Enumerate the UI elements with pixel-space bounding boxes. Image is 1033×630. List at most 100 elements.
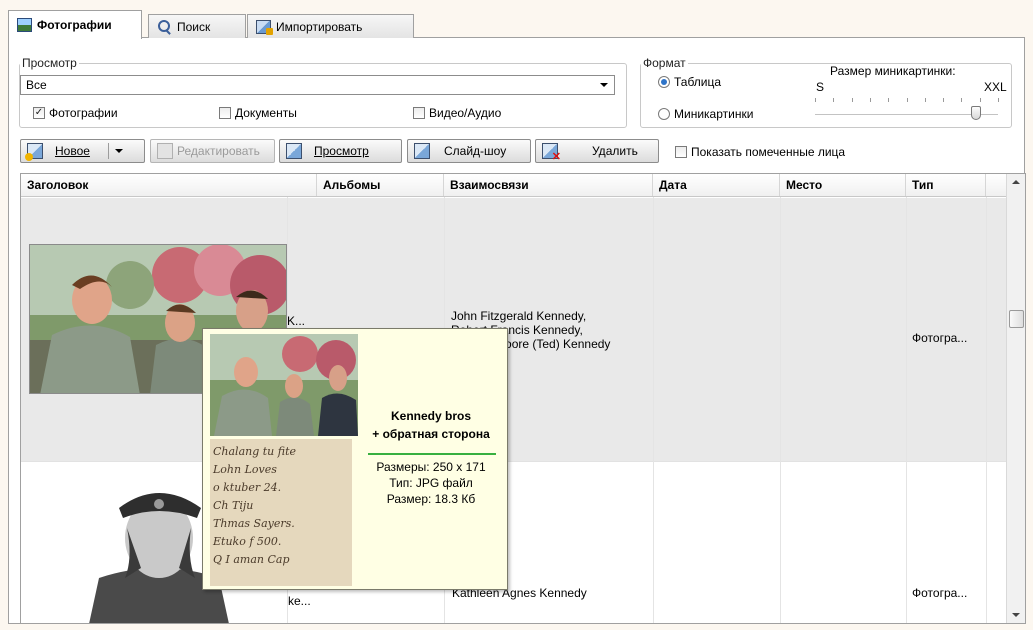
chevron-up-icon[interactable]	[1012, 180, 1020, 184]
slider-tick	[998, 98, 999, 102]
tooltip-filetype: Тип: JPG файл	[389, 476, 473, 490]
scrollbar-thumb[interactable]	[1009, 310, 1024, 328]
handwriting-line: Etuko f 500.	[213, 535, 282, 548]
show-faces-checkbox-label: Показать помеченные лица	[691, 145, 846, 159]
column-relations[interactable]: Взаимосвязи	[444, 174, 653, 196]
slideshow-icon	[414, 143, 430, 159]
video-audio-checkbox-box[interactable]	[413, 107, 425, 119]
column-date[interactable]: Дата	[653, 174, 780, 196]
view-group-legend: Просмотр	[22, 56, 77, 70]
chevron-down-icon[interactable]	[1012, 613, 1020, 617]
slider-tick	[943, 98, 944, 102]
photos-checkbox[interactable]: Фотографии	[33, 106, 118, 120]
thumbnails-radio[interactable]: Миникартинки	[658, 107, 753, 121]
thumbnails-radio-dot[interactable]	[658, 108, 670, 120]
tab-bar: Фотографии Поиск Импортировать	[8, 10, 1025, 39]
tooltip-subtitle: + обратная сторона	[372, 427, 490, 441]
view-icon	[286, 143, 302, 159]
thumbnail-size-max: XXL	[984, 80, 1007, 94]
column-divider	[780, 197, 781, 623]
slider-tick	[961, 98, 962, 102]
tooltip-dimensions: Размеры: 250 x 171	[376, 460, 486, 474]
handwriting-line: Q I aman Cap	[213, 553, 290, 566]
column-divider	[986, 197, 987, 623]
slider-tick	[980, 98, 981, 102]
documents-checkbox[interactable]: Документы	[219, 106, 297, 120]
handwriting-line: o ktuber 24.	[213, 481, 282, 494]
photo-preview-tooltip: Chalang tu fite Lohn Loves o ktuber 24. …	[202, 328, 508, 590]
photos-checkbox-box[interactable]	[33, 107, 45, 119]
new-item-icon	[25, 143, 43, 161]
row-type: Фотогра...	[912, 586, 968, 600]
photos-table: Заголовок Альбомы Взаимосвязи Дата Место…	[20, 173, 1026, 624]
view-button[interactable]: Просмотр	[279, 139, 402, 163]
slider-tick	[852, 98, 853, 102]
tooltip-title: Kennedy bros	[390, 409, 471, 423]
slider-tick	[907, 98, 908, 102]
tab-search[interactable]: Поиск	[148, 14, 246, 38]
slider-tick	[888, 98, 889, 102]
chevron-down-icon[interactable]	[114, 149, 123, 153]
row-title: ke...	[288, 594, 311, 608]
table-scrollbar[interactable]	[1006, 174, 1025, 623]
tab-photos[interactable]: Фотографии	[8, 10, 142, 39]
tooltip-filesize: Размер: 18.3 Кб	[386, 492, 476, 506]
column-type[interactable]: Тип	[906, 174, 986, 196]
handwriting-line: Ch Tiju	[213, 499, 254, 512]
tooltip-divider	[368, 453, 496, 455]
filter-dropdown-value: Все	[26, 78, 47, 92]
filter-dropdown[interactable]: Все	[20, 75, 615, 95]
format-group-legend: Формат	[643, 56, 686, 70]
column-place[interactable]: Место	[780, 174, 906, 196]
thumbnail-size-label: Размер миникартинки:	[830, 64, 956, 78]
new-button[interactable]: Новое	[20, 139, 145, 163]
tooltip-back-photo: Chalang tu fite Lohn Loves o ktuber 24. …	[210, 439, 352, 586]
row-title: K...	[287, 314, 306, 328]
table-header: Заголовок Альбомы Взаимосвязи Дата Место…	[21, 174, 1006, 197]
tab-search-label: Поиск	[177, 19, 211, 34]
slideshow-button[interactable]: Слайд-шоу	[407, 139, 531, 163]
import-icon	[256, 19, 273, 35]
delete-button[interactable]: Удалить	[535, 139, 659, 163]
slideshow-button-label: Слайд-шоу	[444, 144, 507, 158]
tab-import[interactable]: Импортировать	[247, 14, 414, 38]
documents-checkbox-label: Документы	[235, 106, 297, 120]
chevron-down-icon	[600, 83, 608, 87]
delete-button-label: Удалить	[592, 144, 638, 158]
thumbnail-size-min: S	[816, 80, 825, 94]
edit-button-label: Редактировать	[177, 144, 260, 158]
handwriting-line: Lohn Loves	[213, 463, 277, 476]
tab-import-label: Импортировать	[276, 19, 363, 34]
new-button-label: Новое	[55, 144, 90, 158]
slider-tick	[870, 98, 871, 102]
column-title[interactable]: Заголовок	[21, 174, 317, 196]
column-divider	[653, 197, 654, 623]
edit-icon	[157, 143, 173, 159]
show-faces-checkbox-box[interactable]	[675, 146, 687, 158]
handwriting-line: Thmas Sayers.	[213, 517, 295, 530]
delete-icon	[542, 143, 561, 163]
slider-tick	[833, 98, 834, 102]
slider-tick	[815, 98, 816, 102]
video-audio-checkbox-label: Видео/Аудио	[429, 106, 502, 120]
view-button-label: Просмотр	[314, 144, 369, 158]
photos-checkbox-label: Фотографии	[49, 106, 118, 120]
column-albums[interactable]: Альбомы	[317, 174, 444, 196]
tab-photos-label: Фотографии	[37, 18, 112, 32]
documents-checkbox-box[interactable]	[219, 107, 231, 119]
thumbnail-size-slider-thumb[interactable]	[971, 106, 981, 120]
column-divider	[906, 197, 907, 623]
video-audio-checkbox[interactable]: Видео/Аудио	[413, 106, 501, 120]
search-icon	[157, 19, 172, 34]
show-faces-checkbox[interactable]: Показать помеченные лица	[675, 145, 845, 159]
row-type: Фотогра...	[912, 331, 968, 345]
thumbnails-radio-label: Миникартинки	[674, 107, 754, 121]
photo-icon	[17, 18, 32, 32]
table-radio-dot[interactable]	[658, 76, 670, 88]
table-radio-label: Таблица	[674, 75, 722, 89]
table-radio[interactable]: Таблица	[658, 75, 721, 89]
edit-button[interactable]: Редактировать	[150, 139, 275, 163]
new-button-separator	[107, 143, 109, 159]
tooltip-front-photo	[210, 334, 358, 436]
slider-tick	[925, 98, 926, 102]
